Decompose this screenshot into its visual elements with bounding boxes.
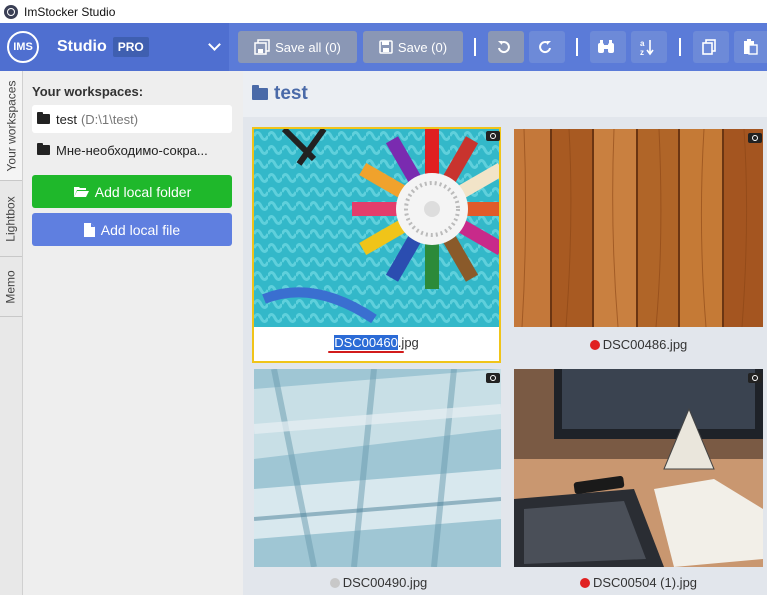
- redo-button[interactable]: [529, 31, 565, 63]
- redo-icon: [538, 41, 551, 54]
- thumbnail-desk: [514, 369, 763, 567]
- sort-az-icon: az: [640, 39, 654, 56]
- undo-icon: [497, 41, 510, 54]
- file-name-text: DSC00490.jpg: [342, 575, 428, 590]
- sort-az-button[interactable]: az: [631, 31, 667, 63]
- file-name-text: DSC00504 (1).jpg: [592, 575, 698, 590]
- status-dot: [579, 578, 590, 588]
- paste-button[interactable]: [734, 31, 767, 63]
- ims-logo: IMS: [7, 31, 39, 63]
- add-folder-label: Add local folder: [94, 183, 192, 200]
- toolbar-separator: [576, 38, 578, 56]
- file-name-selected: DSC00460: [334, 335, 398, 350]
- save-all-button[interactable]: Save all (0): [238, 31, 357, 63]
- camera-icon: [486, 131, 500, 141]
- status-dot: [589, 340, 600, 350]
- camera-icon: [486, 373, 500, 383]
- window-title: ImStocker Studio: [24, 4, 116, 19]
- file-name[interactable]: DSC00460.jpg: [254, 335, 499, 350]
- camera-icon: [748, 373, 762, 383]
- folder-title: test: [274, 83, 308, 104]
- brand-name: Studio: [57, 38, 107, 55]
- file-name-ext: .jpg: [397, 335, 419, 350]
- file-card[interactable]: DSC00504 (1).jpg: [514, 369, 763, 595]
- search-binoculars-button[interactable]: [590, 31, 626, 63]
- brand-menu[interactable]: IMS Studio PRO: [0, 23, 229, 71]
- toolbar-separator: [474, 38, 476, 56]
- workspace-item[interactable]: test (D:\1\test): [32, 105, 232, 133]
- workspaces-sidebar: Your workspaces: test (D:\1\test) Мне-не…: [23, 71, 243, 595]
- save-all-icon: [254, 39, 270, 55]
- file-name[interactable]: DSC00486.jpg: [514, 337, 763, 352]
- file-icon: [83, 222, 95, 237]
- workspace-path: (D:\1\test): [80, 111, 139, 127]
- save-button[interactable]: Save (0): [363, 31, 463, 63]
- save-all-label: Save all (0): [275, 39, 341, 55]
- tab-memo[interactable]: Memo: [0, 257, 22, 317]
- workspace-name: Мне-необходимо-сокра...: [56, 142, 208, 158]
- camera-icon: [748, 133, 762, 143]
- status-dot: [329, 578, 340, 588]
- file-card[interactable]: DSC00490.jpg: [254, 369, 503, 595]
- save-label: Save (0): [397, 39, 448, 55]
- copy-button[interactable]: [693, 31, 729, 63]
- file-browser: test DSC00460.jpg DSC00486.jpg DSC00490.…: [243, 71, 767, 595]
- copy-icon: [701, 39, 716, 55]
- chevron-down-icon[interactable]: [208, 38, 221, 51]
- thumbnail-paint: [254, 369, 501, 567]
- folder-header: test: [243, 71, 767, 117]
- folder-icon: [37, 112, 50, 124]
- add-local-file-button[interactable]: Add local file: [32, 213, 232, 246]
- folder-icon: [37, 143, 50, 155]
- workspace-item[interactable]: Мне-необходимо-сокра...: [32, 136, 232, 164]
- binoculars-icon: [597, 40, 614, 53]
- file-name-text: DSC00486.jpg: [602, 337, 688, 352]
- window-titlebar: ImStocker Studio: [0, 0, 767, 23]
- workspace-name: test: [56, 111, 77, 127]
- spellcheck-underline: [328, 351, 404, 353]
- folder-open-icon: [73, 187, 89, 197]
- workspaces-heading: Your workspaces:: [32, 84, 144, 99]
- app-icon: [4, 4, 18, 19]
- file-name[interactable]: DSC00490.jpg: [254, 575, 503, 590]
- file-card[interactable]: DSC00460.jpg: [252, 127, 501, 363]
- file-card[interactable]: DSC00486.jpg: [514, 129, 763, 361]
- vertical-tab-bar: Your workspaces Lightbox Memo: [0, 71, 23, 595]
- paste-icon: [743, 39, 758, 55]
- add-local-folder-button[interactable]: Add local folder: [32, 175, 232, 208]
- save-icon: [379, 40, 393, 54]
- file-name[interactable]: DSC00504 (1).jpg: [514, 575, 763, 590]
- undo-button[interactable]: [488, 31, 524, 63]
- tab-your-workspaces[interactable]: Your workspaces: [0, 71, 22, 181]
- folder-icon: [252, 85, 268, 100]
- pro-badge: PRO: [112, 37, 149, 57]
- svg-text:z: z: [640, 48, 644, 56]
- toolbar-separator: [679, 38, 681, 56]
- tab-lightbox[interactable]: Lightbox: [0, 181, 22, 257]
- add-file-label: Add local file: [100, 221, 181, 238]
- thumbnail-threads: [254, 129, 499, 327]
- svg-text:a: a: [640, 39, 645, 48]
- thumbnail-wood: [514, 129, 763, 327]
